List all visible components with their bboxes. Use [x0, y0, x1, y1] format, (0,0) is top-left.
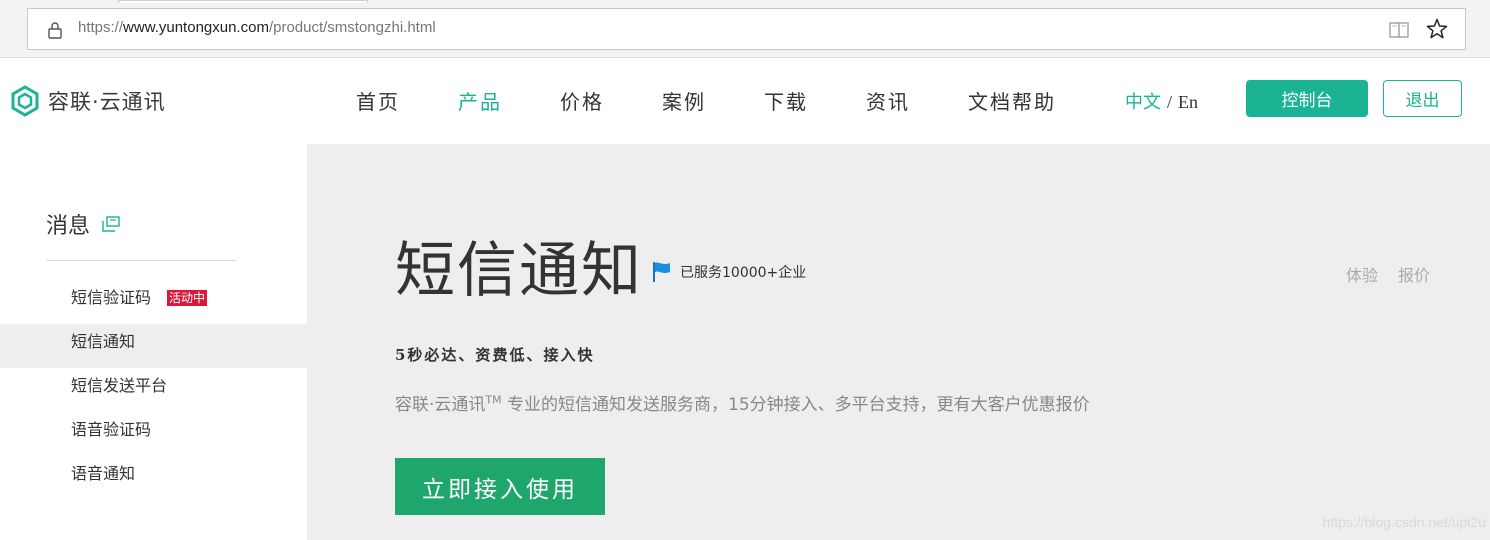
- sidebar-item-sms-verification[interactable]: 短信验证码 活动中: [0, 280, 307, 324]
- product-hero: 短信通知 已服务10000+企业 体验 报价 5秒必达、资费低、接入快 容联·云…: [307, 144, 1490, 540]
- sidebar: 消息 短信验证码 活动中 短信通知 短信发送平台 语音验证码 语音通知: [0, 144, 307, 540]
- main-nav: 首页 产品 价格 案例 下载 资讯 文档帮助: [356, 86, 1114, 115]
- lang-separator: /: [1167, 92, 1173, 112]
- sidebar-item-label: 语音通知: [71, 464, 136, 483]
- nav-item-download[interactable]: 下载: [764, 86, 808, 115]
- sidebar-item-voice-notification[interactable]: 语音通知: [0, 456, 307, 500]
- quote-link[interactable]: 报价: [1398, 262, 1430, 286]
- promo-badge: 活动中: [167, 289, 208, 306]
- sidebar-divider: [46, 260, 237, 261]
- address-bar[interactable]: https://www.yuntongxun.com/product/smsto…: [27, 8, 1466, 50]
- flag-icon: [653, 262, 670, 282]
- lang-chinese[interactable]: 中文: [1125, 92, 1161, 113]
- served-text: 已服务10000+企业: [680, 265, 807, 281]
- start-using-button[interactable]: 立即接入使用: [395, 458, 605, 515]
- logo-hexagon-icon: [11, 85, 39, 117]
- served-info: 已服务10000+企业: [650, 260, 806, 284]
- logo[interactable]: 容联·云通讯: [10, 84, 166, 118]
- browser-toolbar: https://www.yuntongxun.com/product/smsto…: [0, 0, 1490, 58]
- url-text[interactable]: https://www.yuntongxun.com/product/smsto…: [78, 19, 436, 36]
- sidebar-item-label: 短信发送平台: [71, 376, 168, 395]
- desc-brand: 容联·云通讯: [395, 395, 486, 415]
- console-button[interactable]: 控制台: [1246, 80, 1368, 117]
- page-title: 短信通知: [395, 236, 643, 306]
- url-host: www.yuntongxun.com: [123, 19, 269, 36]
- lock-icon: [48, 22, 62, 39]
- nav-item-docs[interactable]: 文档帮助: [968, 86, 1056, 115]
- sidebar-item-label: 短信通知: [71, 332, 136, 351]
- site-header: 容联·云通讯 首页 产品 价格 案例 下载 资讯 文档帮助 中文 / En 控制台 …: [0, 58, 1490, 144]
- trademark-mark: TM: [485, 393, 502, 407]
- favorite-star-icon[interactable]: [1425, 17, 1449, 41]
- url-prefix: https://: [78, 19, 124, 36]
- nav-item-products[interactable]: 产品: [458, 86, 502, 115]
- watermark: https://blog.csdn.net/upi2u: [1322, 514, 1486, 530]
- lang-english[interactable]: En: [1178, 92, 1198, 112]
- nav-item-pricing[interactable]: 价格: [560, 86, 604, 115]
- desc-text: 专业的短信通知发送服务商，15分钟接入、多平台支持，更有大客户优惠报价: [501, 395, 1090, 415]
- sidebar-title-text: 消息: [46, 214, 91, 239]
- sidebar-item-label: 短信验证码: [71, 288, 152, 307]
- sidebar-menu: 短信验证码 活动中 短信通知 短信发送平台 语音验证码 语音通知: [0, 280, 307, 500]
- expand-windows-icon[interactable]: [102, 216, 120, 232]
- logo-text: 容联·云通讯: [48, 90, 166, 114]
- browser-tab[interactable]: [118, 0, 368, 3]
- sidebar-item-sms-platform[interactable]: 短信发送平台: [0, 368, 307, 412]
- sidebar-item-label: 语音验证码: [71, 420, 152, 439]
- language-switcher: 中文 / En: [1125, 88, 1198, 114]
- tagline: 5秒必达、资费低、接入快: [395, 346, 595, 364]
- sidebar-item-voice-verification[interactable]: 语音验证码: [0, 412, 307, 456]
- reading-view-icon[interactable]: [1389, 20, 1409, 40]
- nav-item-news[interactable]: 资讯: [866, 86, 910, 115]
- try-link[interactable]: 体验: [1346, 262, 1378, 286]
- nav-item-cases[interactable]: 案例: [662, 86, 706, 115]
- sidebar-item-sms-notification[interactable]: 短信通知: [0, 324, 307, 368]
- sidebar-title: 消息: [46, 208, 120, 240]
- product-description: 容联·云通讯TM 专业的短信通知发送服务商，15分钟接入、多平台支持，更有大客户…: [395, 390, 1090, 415]
- logout-button[interactable]: 退出: [1383, 80, 1462, 117]
- nav-item-home[interactable]: 首页: [356, 86, 400, 115]
- hero-quick-links: 体验 报价: [1326, 262, 1430, 286]
- url-path: /product/smstongzhi.html: [268, 19, 436, 36]
